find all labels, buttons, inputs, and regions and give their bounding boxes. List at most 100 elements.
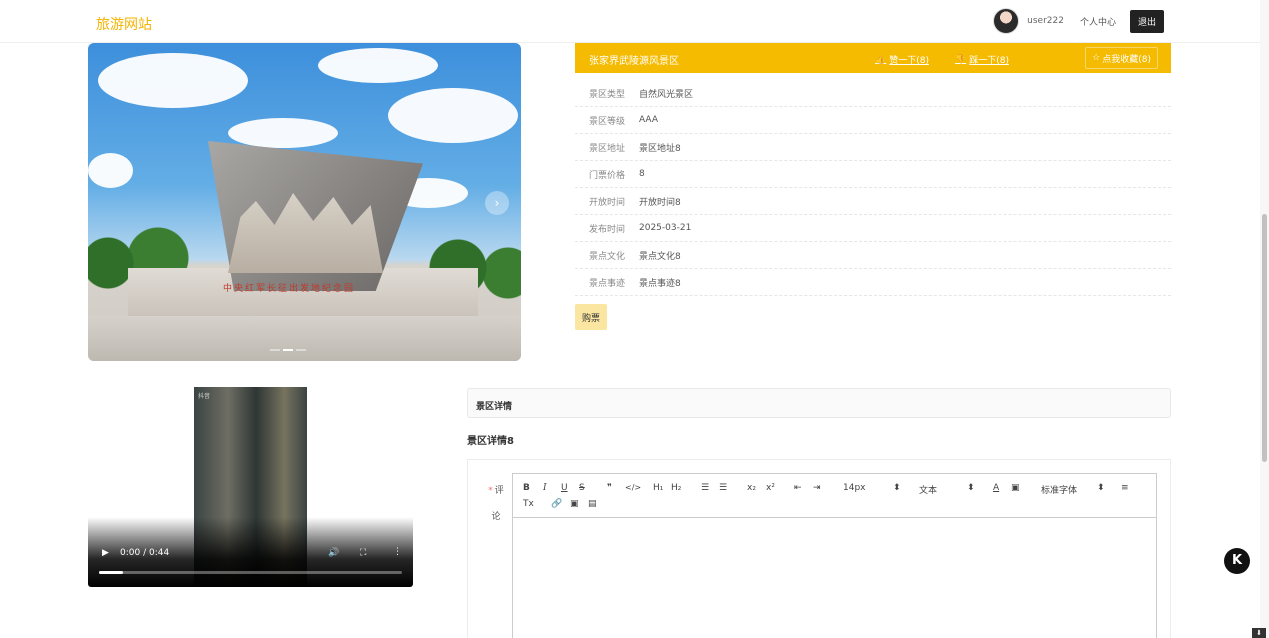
star-icon: ☆ <box>1092 53 1101 63</box>
info-row: 门票价格 8 <box>575 161 1171 188</box>
info-row: 开放时间 开放时间8 <box>575 188 1171 215</box>
superscript-button[interactable]: x² <box>766 483 775 493</box>
info-label: 景点文化 <box>589 251 626 262</box>
collect-label: 点我收藏(8) <box>1102 54 1151 65</box>
info-row: 景区等级 AAA <box>575 107 1171 134</box>
scenic-name: 张家界武陵源风景区 <box>589 56 679 67</box>
fullscreen-icon[interactable]: ⛶ <box>360 548 366 558</box>
info-value: 景点文化8 <box>639 251 681 262</box>
page-scrollbar[interactable] <box>1260 0 1269 638</box>
info-value: 景点事迹8 <box>639 278 681 289</box>
logout-button[interactable]: 退出 <box>1129 9 1164 33</box>
cloud-decoration <box>228 118 338 148</box>
scenic-info-table: 景区类型 自然风光景区 景区等级 AAA 景区地址 景区地址8 门票价格 8 开放时间开… <box>575 80 1171 296</box>
italic-button[interactable]: I <box>543 483 547 493</box>
underline-button[interactable]: U <box>561 483 568 493</box>
video-icon[interactable]: ▤ <box>588 499 597 509</box>
scenic-info-header: 张家界武陵源风景区 👍 赞一下(8) 👎 踩一下(8) ☆ 点我收藏(8) <box>575 43 1171 73</box>
subscript-button[interactable]: x₂ <box>747 483 756 493</box>
more-options-icon[interactable]: ⋮ <box>393 547 402 557</box>
username: user222 <box>1027 16 1064 26</box>
top-navbar: 旅游网站 user222 个人中心 退出 <box>0 0 1269 43</box>
buy-ticket-button[interactable]: 购票 <box>575 304 607 330</box>
avatar[interactable] <box>993 8 1020 34</box>
quote-icon[interactable]: ❞ <box>607 483 612 493</box>
carousel-indicators <box>270 349 306 351</box>
video-watermark: 抖音 <box>198 393 211 400</box>
info-label: 景区等级 <box>589 116 626 127</box>
dislike-label: 踩一下(8) <box>969 56 1009 66</box>
strike-button[interactable]: S <box>579 483 585 493</box>
link-icon[interactable]: 🔗 <box>551 499 562 509</box>
dislike-button[interactable]: 👎 踩一下(8) <box>955 53 1009 67</box>
scenic-image-carousel[interactable]: 中央红军长征出发地纪念园 › <box>88 43 521 361</box>
select-arrow-icon: ⬍ <box>893 483 901 493</box>
font-size-select[interactable]: 14px <box>843 483 866 493</box>
info-row: 景点文化 景点文化8 <box>575 242 1171 269</box>
k-floating-icon[interactable]: K <box>1224 548 1250 574</box>
carousel-dot[interactable] <box>283 349 293 351</box>
thumbs-down-icon: 👎 <box>955 54 967 65</box>
clean-format-icon[interactable]: Tx <box>523 499 534 509</box>
code-icon[interactable]: </> <box>625 483 641 492</box>
collect-button[interactable]: ☆ 点我收藏(8) <box>1085 47 1158 69</box>
video-progress-bar[interactable] <box>99 571 402 574</box>
user-area: user222 个人中心 退出 <box>993 7 1164 35</box>
volume-icon[interactable]: 🔊 <box>328 548 339 558</box>
h1-button[interactable]: H₁ <box>653 483 663 493</box>
info-label: 开放时间 <box>589 197 626 208</box>
monument-inscription: 中央红军长征出发地纪念园 <box>223 284 356 294</box>
bullet-list-icon[interactable]: ☰ <box>719 483 727 493</box>
carousel-dot[interactable] <box>270 349 280 351</box>
info-label: 发布时间 <box>589 224 626 235</box>
ordered-list-icon[interactable]: ☰ <box>701 483 709 493</box>
indent-icon[interactable]: ⇥ <box>813 483 821 493</box>
plaza-ground <box>88 316 521 361</box>
download-icon[interactable]: ⬇ <box>1252 628 1266 638</box>
cloud-decoration <box>88 153 133 188</box>
header-select[interactable]: 文本 <box>919 483 937 496</box>
video-player[interactable]: 抖音 ▶ 0:00 / 0:44 🔊 ⛶ ⋮ <box>88 387 413 587</box>
carousel-dot[interactable] <box>296 349 306 351</box>
info-row: 景区类型 自然风光景区 <box>575 80 1171 107</box>
font-color-icon[interactable]: A <box>993 483 999 493</box>
comment-input-area[interactable] <box>513 518 1156 638</box>
info-value: 自然风光景区 <box>639 89 694 100</box>
detail-content: 景区详情8 <box>467 436 514 447</box>
like-button[interactable]: 👍 赞一下(8) <box>875 53 929 67</box>
background-color-icon[interactable]: ▣ <box>1011 483 1020 493</box>
comment-label-text: 评论 <box>491 486 504 522</box>
info-value: 2025-03-21 <box>639 223 692 233</box>
comment-label: * 评论 <box>486 478 506 530</box>
info-value: AAA <box>639 115 658 125</box>
cloud-decoration <box>318 48 438 83</box>
info-value: 开放时间8 <box>639 197 681 208</box>
scrollbar-thumb[interactable] <box>1262 214 1267 462</box>
font-family-select[interactable]: 标准字体 <box>1041 483 1077 496</box>
editor-toolbar: B I U S ❞ </> H₁ H₂ ☰ ☰ x₂ x² ⇤ ⇥ 14px ⬍… <box>513 474 1156 518</box>
select-arrow-icon: ⬍ <box>967 483 975 493</box>
rich-text-editor: B I U S ❞ </> H₁ H₂ ☰ ☰ x₂ x² ⇤ ⇥ 14px ⬍… <box>512 473 1157 638</box>
site-logo[interactable]: 旅游网站 <box>96 14 152 34</box>
info-label: 景区类型 <box>589 89 626 100</box>
info-row: 景区地址 景区地址8 <box>575 134 1171 161</box>
play-icon[interactable]: ▶ <box>102 548 109 558</box>
info-row: 发布时间 2025-03-21 <box>575 215 1171 242</box>
outdent-icon[interactable]: ⇤ <box>794 483 802 493</box>
video-time: 0:00 / 0:44 <box>120 548 170 558</box>
personal-center-link[interactable]: 个人中心 <box>1080 15 1116 28</box>
detail-tab[interactable]: 景区详情 <box>467 388 1171 418</box>
image-icon[interactable]: ▣ <box>570 499 579 509</box>
cloud-decoration <box>388 88 518 143</box>
bold-button[interactable]: B <box>523 483 530 493</box>
select-arrow-icon: ⬍ <box>1097 483 1105 493</box>
align-icon[interactable]: ≡ <box>1121 483 1129 493</box>
info-row: 景点事迹 景点事迹8 <box>575 269 1171 296</box>
carousel-next-icon[interactable]: › <box>485 191 509 215</box>
info-value: 景区地址8 <box>639 143 681 154</box>
like-label: 赞一下(8) <box>889 56 929 66</box>
h2-button[interactable]: H₂ <box>671 483 681 493</box>
detail-tab-label: 景区详情 <box>476 402 513 412</box>
required-mark: * <box>488 486 493 496</box>
info-label: 门票价格 <box>589 170 626 181</box>
